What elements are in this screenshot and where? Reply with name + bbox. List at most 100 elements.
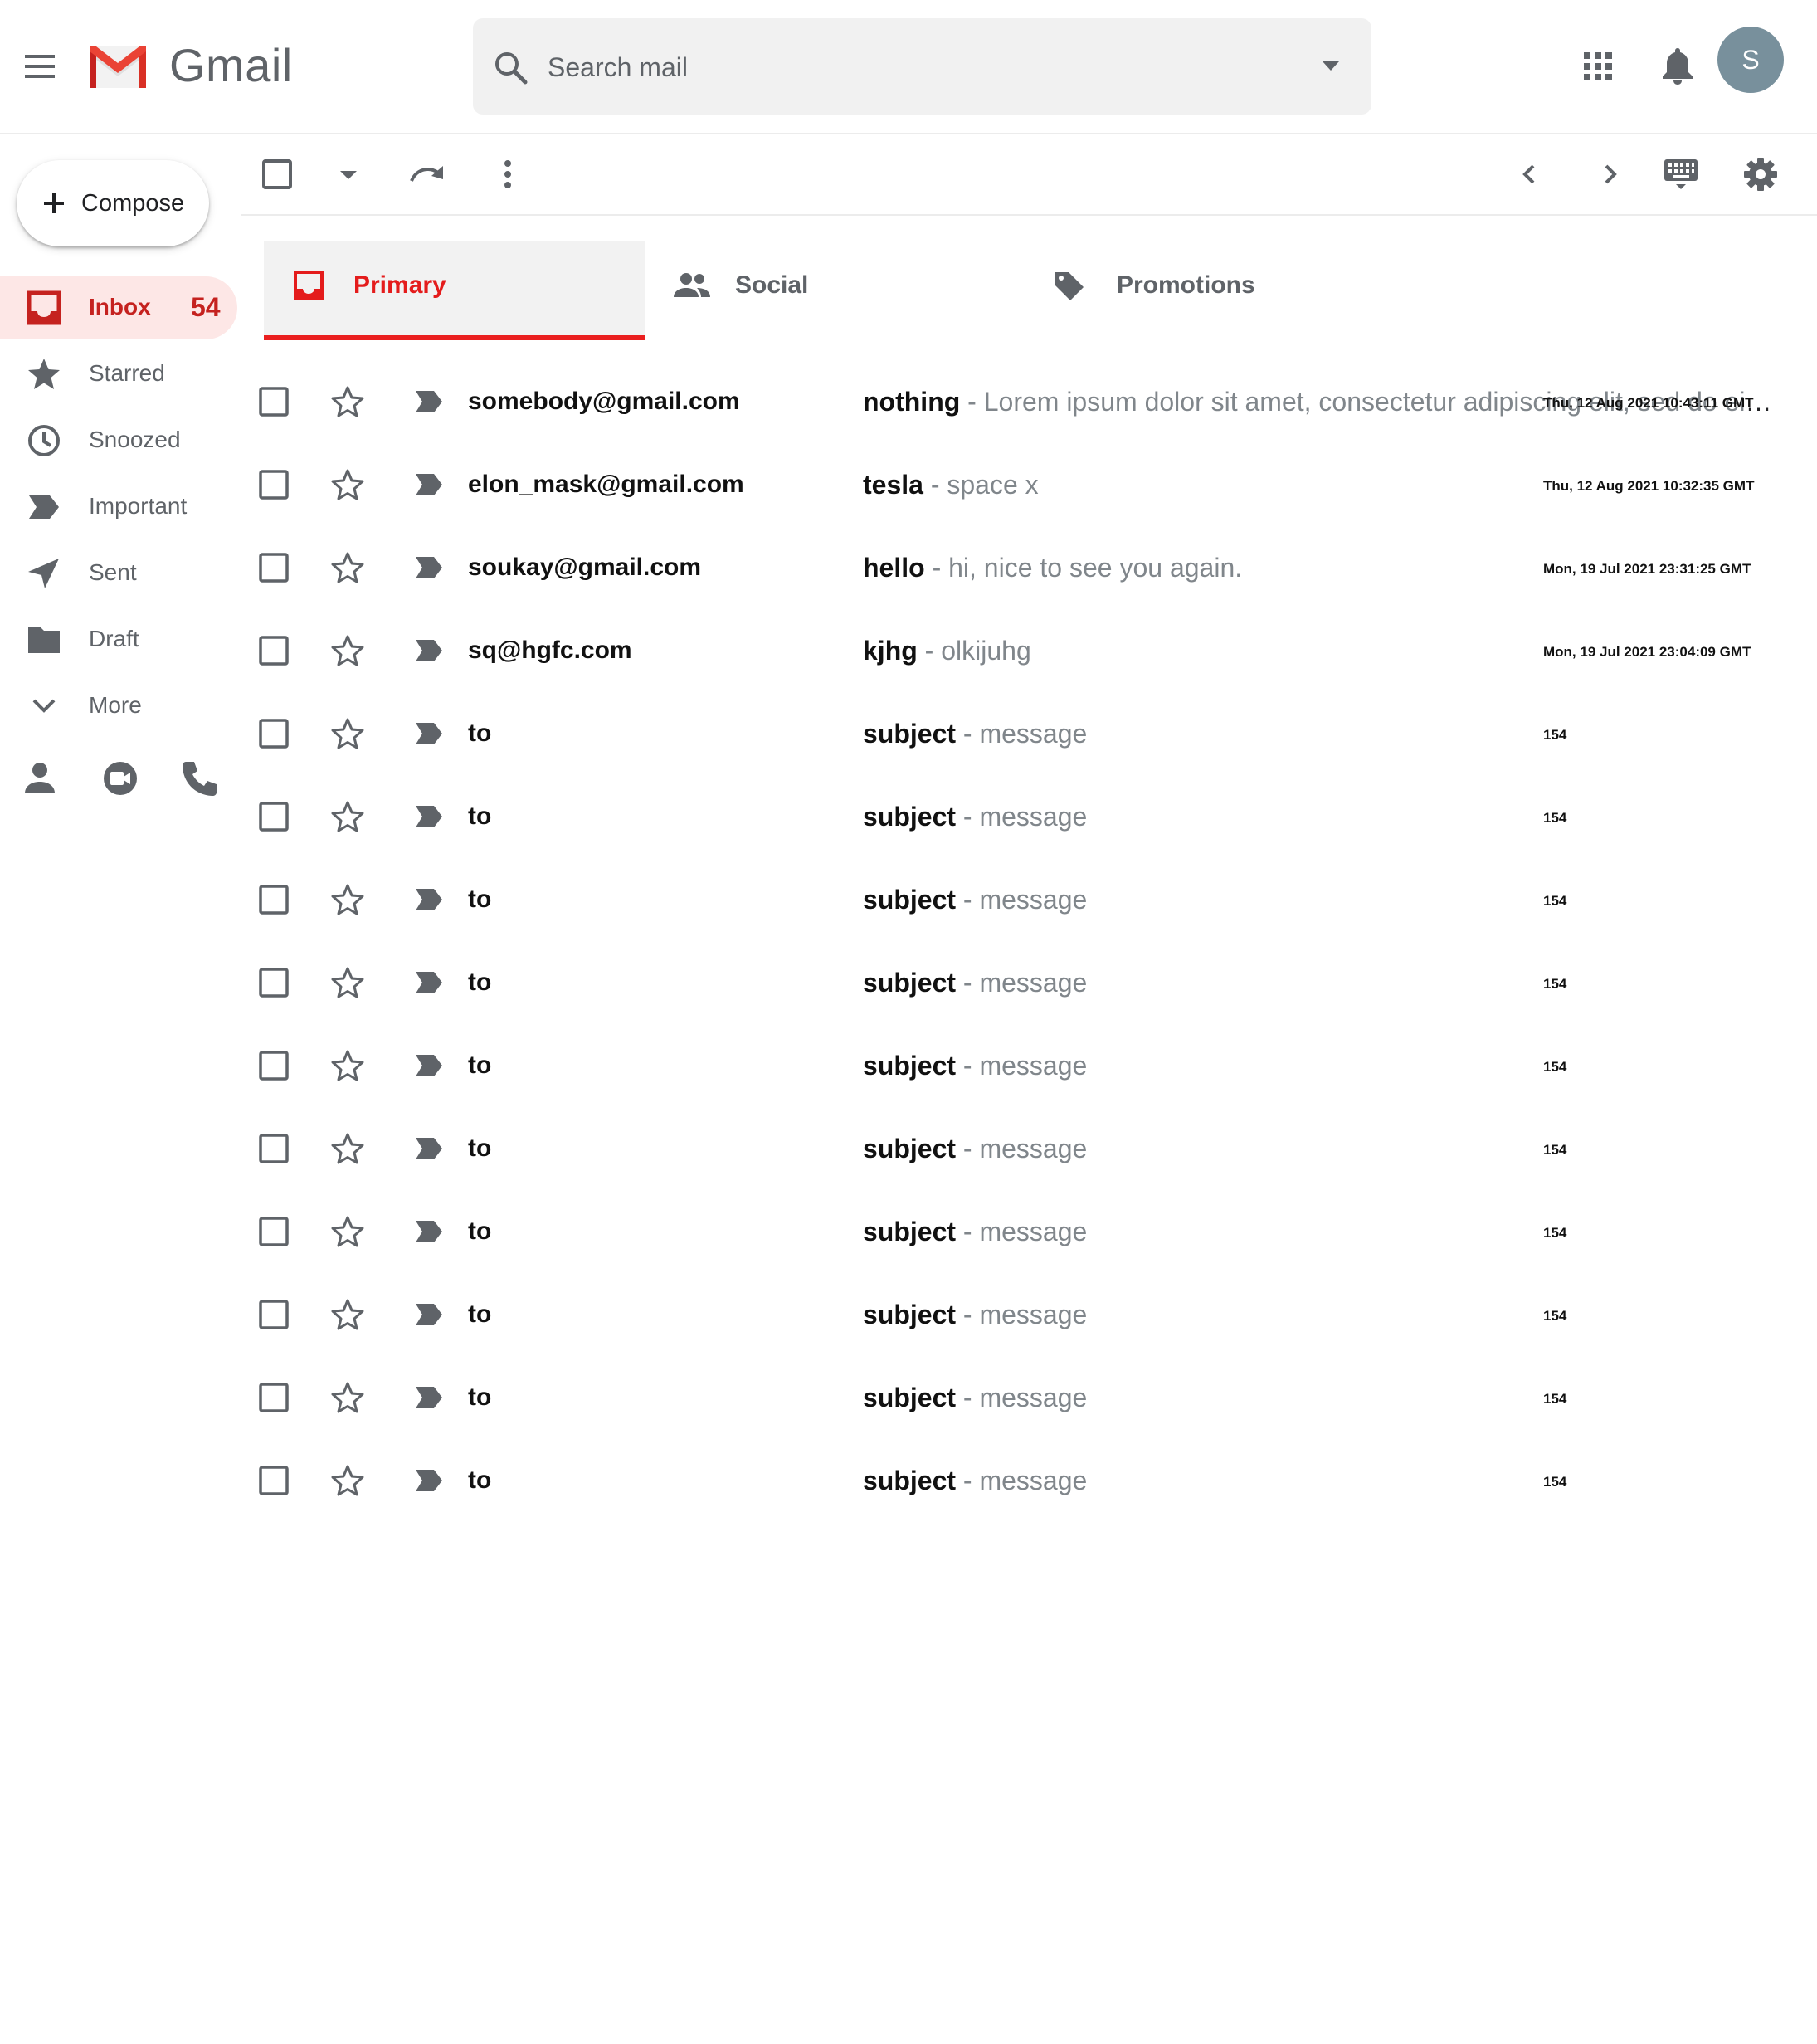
mail-row[interactable]: to subject - message 154 [241, 1190, 1817, 1273]
row-checkbox[interactable] [259, 802, 289, 832]
tab-social[interactable]: Social [655, 241, 1037, 335]
snippet-separator: - [917, 636, 942, 666]
previous-page-icon[interactable] [1510, 154, 1550, 194]
sidebar-item-starred[interactable]: Starred [0, 343, 237, 406]
mail-snippet: message [979, 1051, 1088, 1081]
star-icon[interactable] [330, 1464, 365, 1497]
star-icon[interactable] [330, 1132, 365, 1165]
sidebar-item-inbox[interactable]: Inbox 54 [0, 276, 237, 339]
keyboard-icon[interactable] [1661, 154, 1701, 194]
account-avatar[interactable]: S [1717, 27, 1784, 93]
important-marker-icon[interactable] [413, 1218, 445, 1245]
mail-row[interactable]: to subject - message 154 [241, 1439, 1817, 1522]
mail-subject: hello [863, 553, 925, 583]
star-icon[interactable] [330, 1049, 365, 1082]
mail-row[interactable]: soukay@gmail.com hello - hi, nice to see… [241, 526, 1817, 609]
mail-row[interactable]: to subject - message 154 [241, 692, 1817, 775]
important-marker-icon[interactable] [413, 803, 445, 830]
next-page-icon[interactable] [1590, 154, 1629, 194]
important-marker-icon[interactable] [413, 554, 445, 581]
important-marker-icon[interactable] [413, 388, 445, 415]
star-icon[interactable] [330, 1298, 365, 1331]
row-checkbox[interactable] [259, 885, 289, 915]
sidebar-item-sent[interactable]: Sent [0, 542, 237, 605]
snippet-separator: - [956, 885, 980, 915]
tab-promotions[interactable]: Promotions [1037, 241, 1419, 335]
plus-icon [38, 188, 70, 219]
refresh-icon[interactable] [407, 154, 446, 194]
star-icon[interactable] [330, 717, 365, 750]
mail-row[interactable]: to subject - message 154 [241, 775, 1817, 858]
important-marker-icon[interactable] [413, 1135, 445, 1162]
mail-sender: somebody@gmail.com [468, 388, 740, 415]
important-marker-icon[interactable] [413, 886, 445, 913]
mail-row[interactable]: to subject - message 154 [241, 858, 1817, 941]
mail-row[interactable]: to subject - message 154 [241, 1024, 1817, 1107]
mail-content: subject - message [863, 881, 1774, 918]
meet-icon[interactable] [98, 757, 144, 800]
row-checkbox[interactable] [259, 470, 289, 500]
mail-row[interactable]: to subject - message 154 [241, 1107, 1817, 1190]
important-marker-icon[interactable] [413, 969, 445, 996]
mail-subject: subject [863, 1217, 957, 1246]
row-checkbox[interactable] [259, 1383, 289, 1412]
sidebar-item-snoozed[interactable]: Snoozed [0, 409, 237, 472]
star-icon[interactable] [330, 966, 365, 999]
important-marker-icon[interactable] [413, 1467, 445, 1494]
mail-row[interactable]: somebody@gmail.com nothing - Lorem ipsum… [241, 360, 1817, 443]
star-icon[interactable] [330, 634, 365, 667]
row-checkbox[interactable] [259, 553, 289, 583]
more-options-icon[interactable] [488, 154, 528, 194]
important-marker-icon[interactable] [413, 471, 445, 498]
row-checkbox[interactable] [259, 636, 289, 666]
row-checkbox[interactable] [259, 968, 289, 998]
snippet-separator: - [924, 553, 949, 583]
sidebar-item-more[interactable]: More [0, 675, 237, 738]
select-all-checkbox[interactable] [257, 154, 297, 194]
select-options-caret-icon[interactable] [329, 154, 368, 194]
mail-row[interactable]: elon_mask@gmail.com tesla - space x Thu,… [241, 443, 1817, 526]
search-input[interactable] [546, 37, 1279, 98]
star-icon[interactable] [330, 800, 365, 833]
mail-sender: to [468, 1466, 492, 1494]
mail-row[interactable]: to subject - message 154 [241, 941, 1817, 1024]
compose-button[interactable]: Compose [17, 160, 209, 246]
mail-row[interactable]: to subject - message 154 [241, 1273, 1817, 1356]
mail-subject: kjhg [863, 636, 918, 666]
row-checkbox[interactable] [259, 719, 289, 749]
star-icon[interactable] [330, 1215, 365, 1248]
star-icon [25, 356, 63, 393]
mail-row[interactable]: sq@hgfc.com kjhg - olkijuhg Mon, 19 Jul … [241, 609, 1817, 692]
person-icon[interactable] [18, 757, 65, 800]
mail-row[interactable]: to subject - message 154 [241, 1356, 1817, 1439]
settings-gear-icon[interactable] [1741, 154, 1780, 194]
important-marker-icon[interactable] [413, 720, 445, 747]
sidebar-item-important[interactable]: Important [0, 476, 237, 539]
row-checkbox[interactable] [259, 1051, 289, 1081]
star-icon[interactable] [330, 1381, 365, 1414]
mail-sender: sq@hgfc.com [468, 637, 632, 664]
star-icon[interactable] [330, 551, 365, 584]
important-marker-icon[interactable] [413, 1052, 445, 1079]
apps-grid-icon[interactable] [1581, 50, 1615, 83]
notifications-bell-icon[interactable] [1659, 45, 1696, 86]
mail-subject: subject [863, 885, 957, 915]
star-icon[interactable] [330, 385, 365, 418]
star-icon[interactable] [330, 883, 365, 916]
row-checkbox[interactable] [259, 1134, 289, 1163]
important-marker-icon[interactable] [413, 1384, 445, 1411]
row-checkbox[interactable] [259, 1217, 289, 1246]
important-marker-icon[interactable] [413, 637, 445, 664]
star-icon[interactable] [330, 468, 365, 501]
row-checkbox[interactable] [259, 1466, 289, 1495]
search-icon[interactable] [491, 48, 529, 86]
gmail-logo-icon[interactable] [85, 41, 151, 91]
row-checkbox[interactable] [259, 1300, 289, 1329]
main-menu-icon[interactable] [20, 50, 60, 83]
sidebar-item-draft[interactable]: Draft [0, 608, 237, 671]
search-options-caret-icon[interactable] [1318, 58, 1344, 75]
tab-primary[interactable]: Primary [264, 241, 645, 340]
phone-icon[interactable] [178, 757, 224, 800]
row-checkbox[interactable] [259, 387, 289, 417]
important-marker-icon[interactable] [413, 1301, 445, 1328]
